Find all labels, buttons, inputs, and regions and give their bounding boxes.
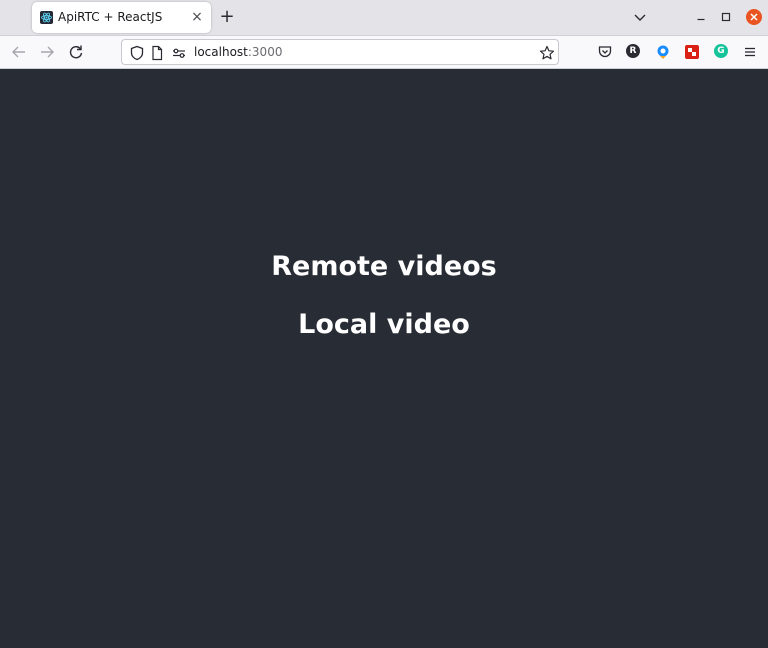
permissions-icon[interactable] [171,45,187,61]
tab-apirtc-react[interactable]: ApiRTC + ReactJS × [32,2,211,33]
tab-close-icon[interactable]: × [189,9,205,25]
menu-icon[interactable] [742,44,758,60]
extension-location-icon[interactable] [655,44,671,60]
back-arrow-icon[interactable] [10,43,28,61]
page-icon[interactable] [149,45,165,61]
tab-title: ApiRTC + ReactJS [58,10,163,24]
url-port: :3000 [247,45,283,59]
browser-window: ApiRTC + ReactJS × + localhost:3000 R G … [0,0,768,648]
minimize-icon[interactable] [693,9,709,25]
window-close-icon[interactable] [746,9,762,25]
pocket-icon[interactable] [597,44,613,60]
url-host: localhost [194,45,248,59]
navigation-toolbar: localhost:3000 R G [0,36,768,69]
remote-videos-heading: Remote videos [271,251,497,282]
tab-strip: ApiRTC + ReactJS × + [0,0,768,36]
shield-icon[interactable] [129,45,145,61]
extension-red-icon[interactable] [684,44,700,60]
chevron-down-icon[interactable] [632,9,648,25]
local-video-heading: Local video [298,309,470,340]
page-content: Remote videos Local video [0,69,768,648]
new-tab-button[interactable]: + [217,7,237,27]
grammarly-icon[interactable]: G [714,44,728,58]
url-text[interactable]: localhost:3000 [194,45,282,59]
maximize-icon[interactable] [718,9,734,25]
url-bar[interactable]: localhost:3000 [121,39,559,65]
reload-icon[interactable] [67,43,85,61]
bookmark-star-icon[interactable] [539,45,555,61]
profile-r-icon[interactable]: R [626,44,640,58]
react-logo-icon [40,11,53,24]
forward-arrow-icon[interactable] [38,43,56,61]
